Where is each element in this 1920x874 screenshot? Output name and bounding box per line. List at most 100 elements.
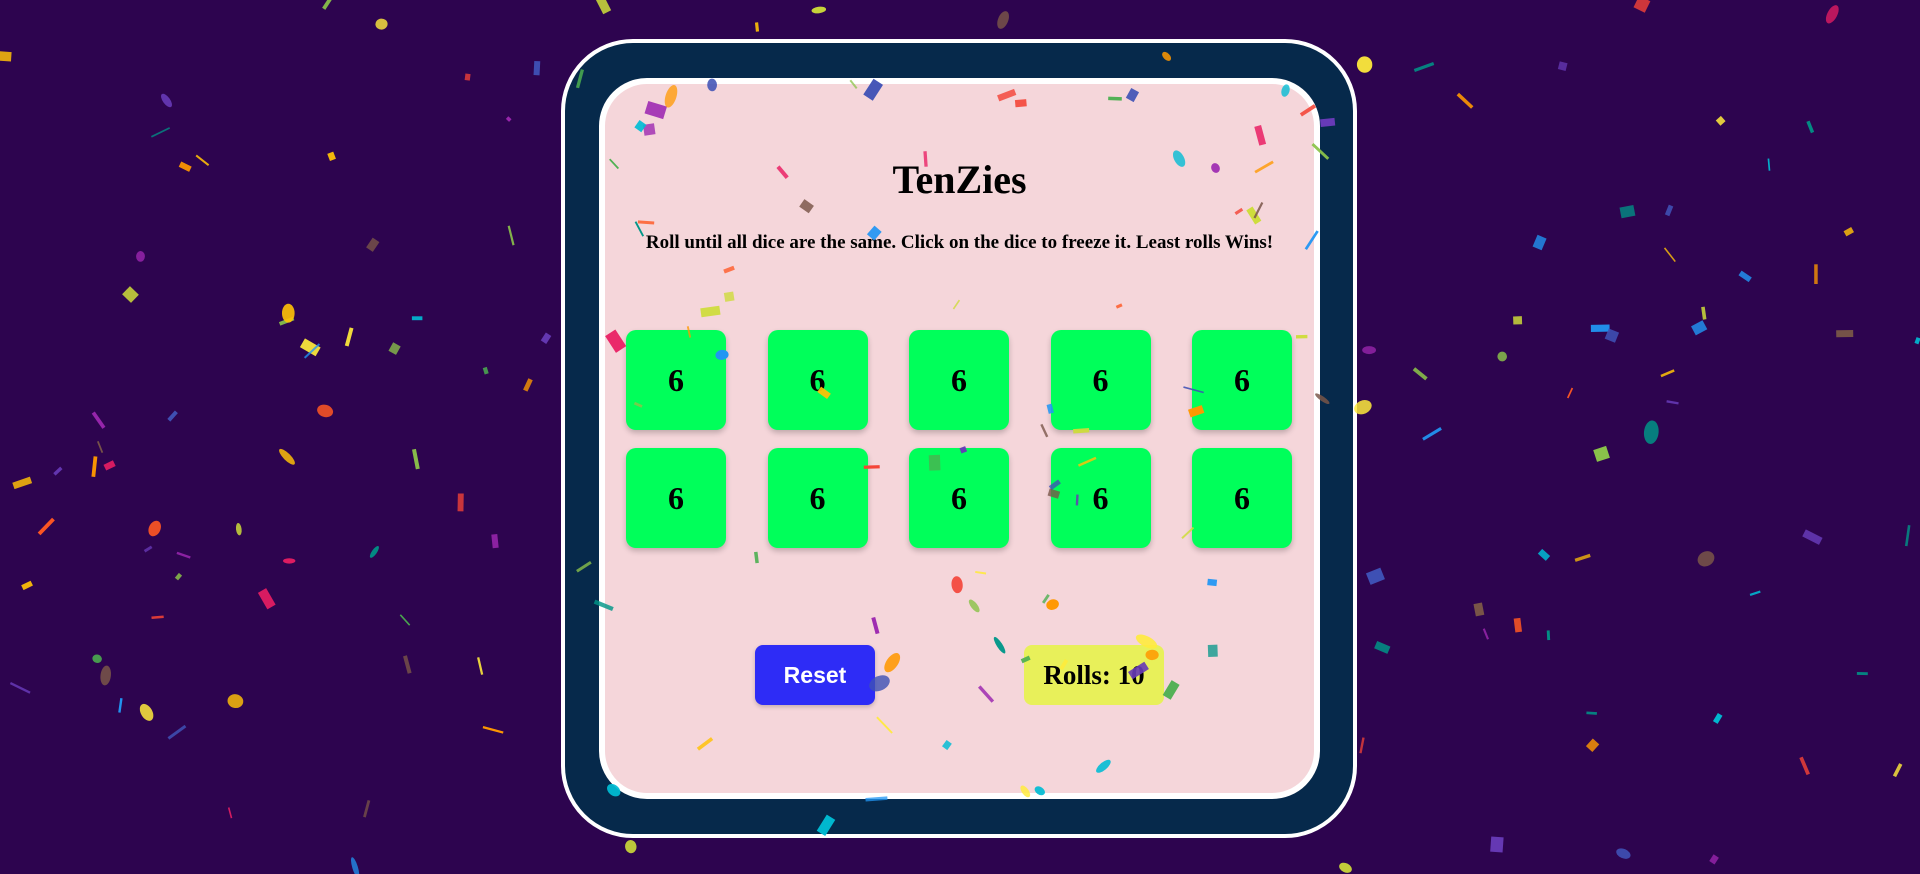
reset-button[interactable]: Reset [755, 645, 875, 705]
confetti-piece [1532, 234, 1547, 251]
confetti-piece [1666, 400, 1679, 405]
confetti-piece [227, 807, 233, 819]
die-7[interactable]: 6 [767, 448, 868, 548]
confetti-piece [37, 517, 55, 536]
confetti-piece [1412, 367, 1428, 381]
confetti-piece [540, 332, 552, 344]
confetti-piece [1574, 553, 1591, 562]
confetti-piece [1566, 387, 1574, 399]
confetti-piece [1715, 115, 1726, 126]
dice-grid: 6 6 6 6 6 6 6 6 6 6 [626, 330, 1292, 548]
confetti-piece [227, 694, 244, 709]
confetti-piece [1767, 158, 1771, 171]
confetti-piece [1616, 848, 1631, 859]
confetti-piece [1456, 92, 1474, 109]
die-3[interactable]: 6 [909, 330, 1009, 430]
confetti-piece [278, 316, 295, 326]
die-5[interactable]: 6 [1192, 330, 1292, 430]
confetti-piece [1590, 324, 1610, 332]
confetti-piece [92, 654, 102, 663]
confetti-piece [96, 441, 104, 453]
confetti-piece [1701, 306, 1707, 320]
confetti-piece [12, 476, 33, 490]
confetti-piece [1339, 862, 1352, 873]
die-6[interactable]: 6 [626, 448, 726, 548]
confetti-piece [363, 800, 371, 818]
confetti-piece [457, 493, 464, 512]
confetti-piece [1413, 61, 1435, 73]
confetti-piece [505, 116, 512, 122]
confetti-piece [1490, 836, 1504, 853]
confetti-piece [533, 60, 541, 76]
confetti-piece [299, 338, 321, 357]
die-2[interactable]: 6 [767, 330, 868, 430]
confetti-piece [161, 93, 172, 108]
confetti-piece [1749, 590, 1761, 597]
confetti-piece [482, 366, 489, 375]
confetti-piece [1825, 5, 1839, 24]
confetti-piece [1513, 316, 1523, 325]
confetti-piece [1856, 672, 1868, 676]
confetti-piece [1374, 640, 1391, 654]
confetti-piece [1709, 854, 1719, 865]
confetti-piece [1537, 548, 1551, 561]
confetti-piece [1799, 756, 1810, 776]
confetti-piece [1806, 120, 1815, 134]
die-10[interactable]: 6 [1192, 448, 1292, 548]
rolls-counter: Rolls: 10 [1024, 645, 1164, 705]
confetti-piece [412, 448, 420, 470]
confetti-piece [1586, 711, 1597, 715]
die-1[interactable]: 6 [626, 330, 726, 430]
confetti-piece [1914, 337, 1920, 345]
confetti-piece [1604, 328, 1620, 343]
die-9[interactable]: 6 [1050, 448, 1151, 548]
confetti-piece [176, 551, 191, 559]
game-screen: TenZies Roll until all dice are the same… [0, 0, 1920, 874]
confetti-piece [53, 466, 63, 476]
die-8[interactable]: 6 [909, 448, 1009, 548]
confetti-piece [1836, 329, 1854, 338]
confetti-piece [143, 545, 153, 553]
confetti-piece [167, 410, 178, 422]
confetti-piece [1593, 445, 1610, 462]
confetti-piece [1356, 56, 1373, 73]
confetti-piece [388, 342, 401, 355]
confetti-piece [136, 251, 145, 262]
confetti-piece [464, 73, 471, 81]
confetti-piece [235, 523, 242, 536]
confetti-piece [9, 682, 31, 694]
confetti-piece [507, 225, 515, 246]
confetti-piece [195, 154, 210, 166]
confetti-piece [122, 286, 139, 303]
confetti-piece [139, 703, 154, 721]
confetti-piece [1697, 551, 1715, 567]
confetti-piece [594, 0, 612, 15]
confetti-piece [1814, 264, 1818, 284]
confetti-piece [375, 18, 388, 30]
confetti-piece [1663, 247, 1676, 263]
confetti-piece [1660, 369, 1675, 378]
confetti-piece [91, 456, 98, 478]
confetti-piece [257, 588, 276, 610]
confetti-piece [1422, 427, 1442, 441]
game-instructions: Roll until all dice are the same. Click … [645, 232, 1274, 253]
confetti-piece [1513, 617, 1523, 633]
confetti-piece [351, 857, 360, 874]
confetti-piece [283, 558, 296, 564]
confetti-piece [1664, 204, 1674, 217]
game-title: TenZies [892, 157, 1027, 202]
confetti-piece [1619, 204, 1636, 219]
confetti-piece [178, 161, 192, 172]
confetti-piece [281, 303, 295, 323]
confetti-piece [491, 534, 499, 549]
die-4[interactable]: 6 [1050, 330, 1151, 430]
confetti-piece [523, 378, 533, 392]
game-board: TenZies Roll until all dice are the same… [599, 78, 1320, 799]
confetti-piece [174, 572, 183, 581]
confetti-piece [100, 665, 112, 686]
confetti-piece [1802, 529, 1823, 545]
confetti-piece [0, 51, 12, 62]
confetti-piece [103, 460, 116, 471]
confetti-piece [91, 411, 106, 429]
confetti-piece [1738, 270, 1752, 283]
